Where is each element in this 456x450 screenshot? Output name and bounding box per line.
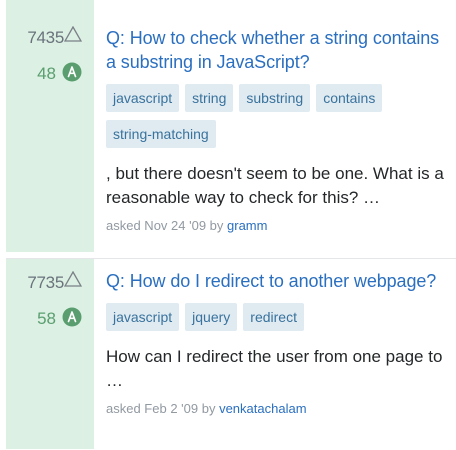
tag-substring[interactable]: substring	[239, 84, 311, 112]
tag-redirect[interactable]: redirect	[243, 303, 304, 331]
user-link[interactable]: gramm	[227, 218, 267, 233]
result-body: Q: How to check whether a string contain…	[106, 0, 456, 233]
result-stats: 7435 48	[6, 0, 94, 252]
tag-string[interactable]: string	[185, 84, 234, 112]
tag-list: javascript jquery redirect	[106, 303, 442, 339]
asked-meta: asked Feb 2 '09 by venkatachalam	[106, 401, 456, 416]
result-stats: 7735 58	[6, 259, 94, 449]
answer-count: 58	[37, 309, 56, 328]
answer-badge-icon	[62, 62, 82, 82]
question-excerpt: , but there doesn't seem to be one. What…	[106, 164, 444, 207]
search-result: 7735 58 Q: How do I redirect to another …	[6, 258, 456, 449]
vote-count: 7735	[27, 273, 64, 292]
question-title-link[interactable]: Q: How do I redirect to another webpage?	[106, 269, 446, 293]
question-title-link[interactable]: Q: How to check whether a string contain…	[106, 26, 446, 74]
tag-list: javascript string substring contains string-…	[106, 84, 442, 156]
asked-date: asked Feb 2 '09 by	[106, 401, 216, 416]
search-result: 7435 48 Q: How to check whether a string…	[6, 0, 456, 252]
tag-javascript[interactable]: javascript	[106, 303, 180, 331]
user-link[interactable]: venkatachalam	[219, 401, 306, 416]
asked-date: asked Nov 24 '09 by	[106, 218, 224, 233]
result-body: Q: How do I redirect to another webpage?…	[106, 259, 456, 416]
tag-contains[interactable]: contains	[316, 84, 383, 112]
upvote-icon[interactable]	[64, 26, 82, 42]
upvote-icon[interactable]	[64, 271, 82, 287]
tag-javascript[interactable]: javascript	[106, 84, 180, 112]
answer-badge-icon	[62, 307, 82, 327]
tag-string-matching[interactable]: string-matching	[106, 120, 216, 148]
answer-count: 48	[37, 64, 56, 83]
tag-jquery[interactable]: jquery	[185, 303, 238, 331]
question-excerpt: How can I redirect the user from one pag…	[106, 347, 443, 390]
asked-meta: asked Nov 24 '09 by gramm	[106, 218, 456, 233]
vote-count: 7435	[27, 28, 64, 47]
